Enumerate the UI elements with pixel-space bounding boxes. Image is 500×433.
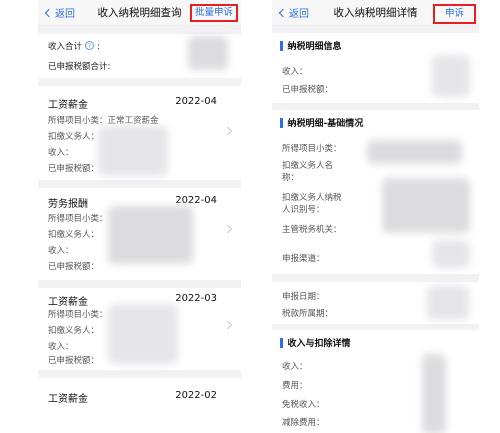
section-heading-text: 纳税明细-基础情况: [287, 119, 364, 129]
redacted-value: [108, 206, 193, 264]
chevron-right-icon: [223, 126, 233, 136]
subcategory-label: 所得项目小类：: [282, 144, 342, 154]
list-item[interactable]: 劳务报酬 2022-04 所得项目小类： 扣缴义务人： 收入： 已申报税额：: [38, 188, 241, 280]
withholder-id-label-2: 人识别号：: [282, 205, 325, 215]
record-tax-paid: 已申报税额：: [48, 356, 100, 366]
redacted-value: [98, 126, 168, 176]
redacted-value: [422, 354, 446, 433]
record-income: 收入：: [48, 342, 74, 352]
record-withholder: 扣缴义务人：: [48, 230, 100, 240]
tax-authority-label: 主管税务机关：: [282, 225, 342, 235]
redacted-value: [382, 178, 470, 233]
nav-bar: 返回 收入纳税明细查询 批量申诉: [38, 0, 241, 26]
help-icon[interactable]: ?: [85, 41, 95, 50]
chevron-right-icon: [223, 224, 233, 234]
section-heading: 收入与扣除详情: [280, 336, 351, 349]
list-item[interactable]: 工资薪金 2022-02: [38, 378, 241, 433]
record-date: 2022-03: [175, 293, 217, 304]
record-tax-paid: 已申报税额：: [48, 164, 100, 174]
channel-label: 申报渠道：: [282, 254, 325, 264]
batch-appeal-button[interactable]: 批量申诉: [189, 4, 238, 22]
record-subcategory: 所得项目小类：: [48, 214, 108, 224]
redacted-value: [108, 304, 178, 364]
filing-dates-section: 申报日期： 税款所属期：: [272, 282, 479, 324]
tax-detail-query-screen: 返回 收入纳税明细查询 批量申诉 收入合计?: 已申报税额合计: 工资薪金 20…: [38, 0, 241, 433]
section-heading-text: 纳税明细信息: [287, 42, 342, 52]
income-label: 收入：: [282, 67, 308, 77]
record-income: 收入：: [48, 148, 74, 158]
record-tax-paid: 已申报税额：: [48, 262, 100, 272]
withholder-name-label-1: 扣缴义务人名: [282, 161, 334, 171]
section-marker: [280, 337, 283, 348]
record-date: 2022-04: [175, 195, 217, 206]
tax-detail-screen: 返回 收入纳税明细详情 申诉 纳税明细信息 收入： 已申报税额： 纳税明细-基础…: [272, 0, 479, 433]
record-title: 工资薪金: [48, 100, 88, 111]
record-title: 工资薪金: [48, 297, 88, 308]
filing-date-label: 申报日期：: [282, 292, 325, 302]
income-total-row: 收入合计?:: [48, 40, 100, 52]
income-total-colon: :: [97, 42, 100, 52]
basic-info-section: 纳税明细-基础情况 所得项目小类： 扣缴义务人名 称： 扣缴义务人纳税 人识别号…: [272, 110, 479, 274]
tax-info-section: 纳税明细信息 收入： 已申报税额：: [272, 33, 479, 103]
record-date: 2022-04: [175, 96, 217, 107]
expenses-label: 费用：: [282, 381, 308, 391]
section-marker: [280, 40, 283, 51]
tax-paid-label: 已申报税额：: [282, 85, 334, 95]
record-income: 收入：: [48, 246, 74, 256]
section-marker: [280, 117, 283, 128]
redacted-value: [432, 55, 470, 97]
withholder-id-label-1: 扣缴义务人纳税: [282, 193, 342, 203]
tax-period-label: 税款所属期：: [282, 309, 334, 319]
deduction-label: 减除费用：: [282, 418, 325, 428]
redacted-value: [432, 240, 470, 268]
record-withholder: 扣缴义务人：: [48, 132, 100, 142]
income-deduction-section: 收入与扣除详情 收入： 费用： 免税收入： 减除费用：: [272, 330, 479, 433]
record-subcategory: 所得项目小类：: [48, 310, 108, 320]
record-title: 劳务报酬: [48, 199, 88, 210]
tax-paid-total-label: 已申报税额合计:: [48, 62, 111, 72]
appeal-button[interactable]: 申诉: [432, 4, 476, 24]
record-subcategory: 所得项目小类：正常工资薪金: [48, 116, 159, 126]
chevron-right-icon: [223, 320, 233, 330]
section-heading-text: 收入与扣除详情: [287, 339, 351, 349]
income-total-label: 收入合计: [48, 42, 83, 52]
list-item[interactable]: 工资薪金 2022-04 所得项目小类：正常工资薪金 扣缴义务人： 收入： 已申…: [38, 86, 241, 180]
section-heading: 纳税明细-基础情况: [280, 116, 363, 129]
list-item[interactable]: 工资薪金 2022-03 所得项目小类： 扣缴义务人： 收入： 已申报税额：: [38, 288, 241, 370]
record-date: 2022-02: [175, 390, 217, 401]
redacted-value: [367, 140, 462, 164]
summary-card: 收入合计?: 已申报税额合计:: [38, 34, 241, 78]
record-title: 工资薪金: [48, 394, 88, 405]
record-withholder: 扣缴义务人：: [48, 326, 100, 336]
income-label: 收入：: [282, 362, 308, 372]
tax-free-income-label: 免税收入：: [282, 400, 325, 410]
nav-bar: 返回 收入纳税明细详情 申诉: [272, 0, 479, 26]
section-heading: 纳税明细信息: [280, 39, 342, 52]
redacted-value: [188, 36, 228, 70]
withholder-name-label-2: 称：: [282, 173, 300, 183]
redacted-value: [427, 286, 469, 320]
